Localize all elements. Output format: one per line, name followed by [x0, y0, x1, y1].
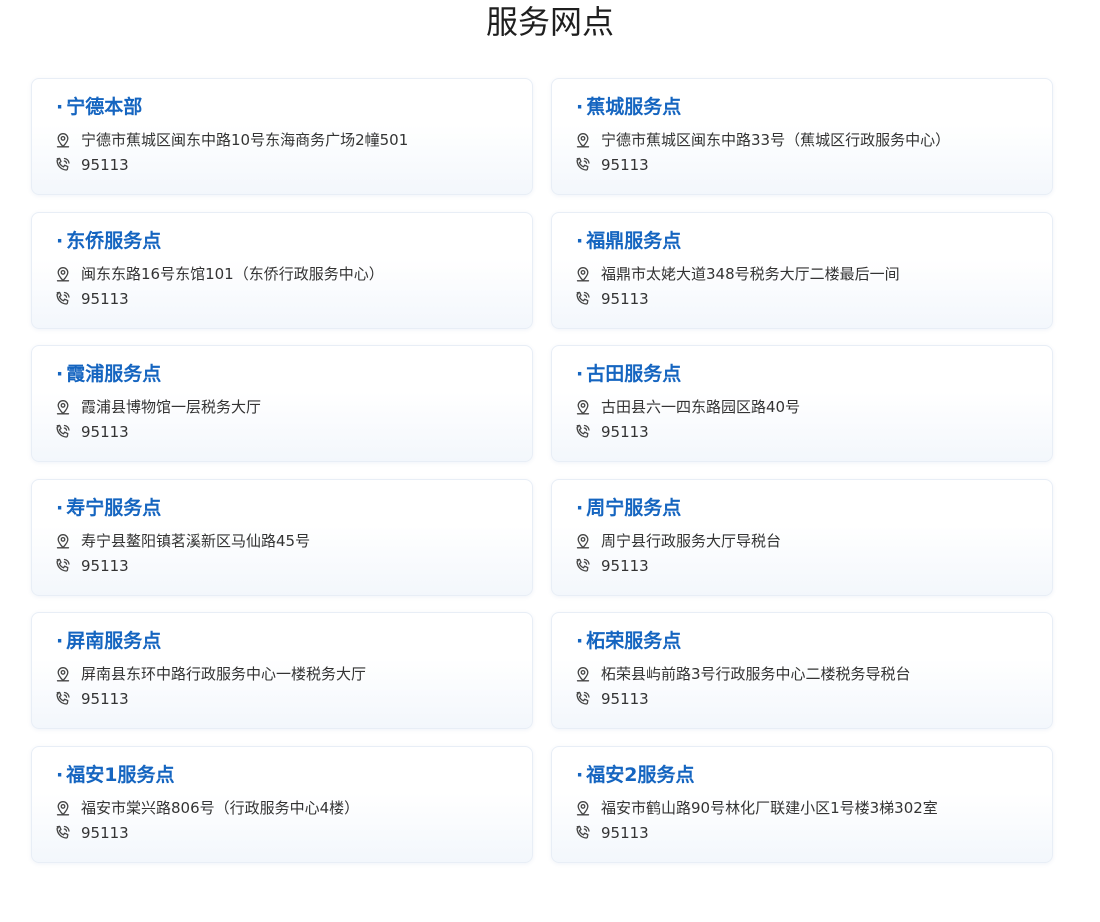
location-pin-icon	[574, 398, 592, 416]
address-row: 福鼎市太姥大道348号税务大厅二楼最后一间	[574, 263, 900, 285]
service-point-name: · 福安2服务点	[576, 764, 695, 786]
location-pin-icon	[574, 799, 592, 817]
service-point-phone[interactable]: 95113	[601, 288, 649, 310]
location-pin-icon	[574, 665, 592, 683]
phone-icon	[574, 557, 592, 575]
service-point-phone[interactable]: 95113	[601, 154, 649, 176]
service-point-card[interactable]: · 霞浦服务点 霞浦县博物馆一层税务大厅 95113	[31, 345, 533, 462]
service-point-phone[interactable]: 95113	[601, 822, 649, 844]
location-pin-icon	[54, 532, 72, 550]
phone-row: 95113	[574, 154, 649, 176]
service-point-name: · 福安1服务点	[56, 764, 175, 786]
service-point-address: 宁德市蕉城区闽东中路33号（蕉城区行政服务中心）	[601, 131, 951, 149]
service-point-address: 福鼎市太姥大道348号税务大厅二楼最后一间	[601, 265, 900, 283]
service-point-name: · 蕉城服务点	[576, 96, 682, 118]
location-pin-icon	[54, 665, 72, 683]
service-point-card[interactable]: · 寿宁服务点 寿宁县鳌阳镇茗溪新区马仙路45号 95113	[31, 479, 533, 596]
address-row: 周宁县行政服务大厅导税台	[574, 530, 781, 552]
phone-row: 95113	[574, 288, 649, 310]
phone-icon	[54, 557, 72, 575]
phone-row: 95113	[574, 822, 649, 844]
service-point-address: 闽东东路16号东馆101（东侨行政服务中心）	[81, 265, 384, 283]
service-point-address: 古田县六一四东路园区路40号	[601, 398, 801, 416]
phone-icon	[54, 156, 72, 174]
service-point-address: 福安市棠兴路806号（行政服务中心4楼）	[81, 799, 360, 817]
phone-row: 95113	[54, 154, 129, 176]
service-point-card[interactable]: · 东侨服务点 闽东东路16号东馆101（东侨行政服务中心） 95113	[31, 212, 533, 329]
address-row: 古田县六一四东路园区路40号	[574, 396, 800, 418]
service-point-address: 宁德市蕉城区闽东中路10号东海商务广场2幢501	[81, 131, 409, 149]
service-point-phone[interactable]: 95113	[81, 688, 129, 710]
address-row: 宁德市蕉城区闽东中路10号东海商务广场2幢501	[54, 129, 408, 151]
location-pin-icon	[574, 131, 592, 149]
phone-row: 95113	[574, 688, 649, 710]
location-pin-icon	[574, 532, 592, 550]
service-point-address: 柘荣县屿前路3号行政服务中心二楼税务导税台	[601, 665, 911, 683]
phone-row: 95113	[574, 421, 649, 443]
service-point-card[interactable]: · 周宁服务点 周宁县行政服务大厅导税台 95113	[551, 479, 1053, 596]
service-point-name: · 柘荣服务点	[576, 630, 682, 652]
service-point-card[interactable]: · 福安1服务点 福安市棠兴路806号（行政服务中心4楼） 95113	[31, 746, 533, 863]
service-point-name: · 东侨服务点	[56, 230, 162, 252]
service-point-name: · 古田服务点	[576, 363, 682, 385]
address-row: 福安市棠兴路806号（行政服务中心4楼）	[54, 797, 359, 819]
service-point-name: · 屏南服务点	[56, 630, 162, 652]
service-point-phone[interactable]: 95113	[601, 421, 649, 443]
service-point-phone[interactable]: 95113	[81, 421, 129, 443]
location-pin-icon	[54, 265, 72, 283]
service-point-card[interactable]: · 屏南服务点 屏南县东环中路行政服务中心一楼税务大厅 95113	[31, 612, 533, 729]
service-point-name: · 宁德本部	[56, 96, 143, 118]
service-point-phone[interactable]: 95113	[81, 288, 129, 310]
phone-icon	[574, 690, 592, 708]
address-row: 寿宁县鳌阳镇茗溪新区马仙路45号	[54, 530, 310, 552]
address-row: 屏南县东环中路行政服务中心一楼税务大厅	[54, 663, 366, 685]
service-point-card[interactable]: · 柘荣服务点 柘荣县屿前路3号行政服务中心二楼税务导税台 95113	[551, 612, 1053, 729]
service-point-name: · 福鼎服务点	[576, 230, 682, 252]
phone-icon	[54, 824, 72, 842]
location-pin-icon	[54, 398, 72, 416]
service-point-name: · 霞浦服务点	[56, 363, 162, 385]
phone-row: 95113	[54, 688, 129, 710]
service-point-address: 福安市鹤山路90号林化厂联建小区1号楼3梯302室	[601, 799, 938, 817]
service-point-phone[interactable]: 95113	[81, 822, 129, 844]
service-point-phone[interactable]: 95113	[601, 555, 649, 577]
service-point-phone[interactable]: 95113	[81, 154, 129, 176]
phone-icon	[574, 156, 592, 174]
phone-icon	[54, 423, 72, 441]
service-point-card[interactable]: · 蕉城服务点 宁德市蕉城区闽东中路33号（蕉城区行政服务中心） 95113	[551, 78, 1053, 195]
phone-row: 95113	[54, 555, 129, 577]
address-row: 福安市鹤山路90号林化厂联建小区1号楼3梯302室	[574, 797, 938, 819]
phone-row: 95113	[54, 421, 129, 443]
service-point-phone[interactable]: 95113	[601, 688, 649, 710]
address-row: 霞浦县博物馆一层税务大厅	[54, 396, 261, 418]
phone-row: 95113	[574, 555, 649, 577]
service-point-address: 霞浦县博物馆一层税务大厅	[81, 398, 262, 416]
service-point-name: · 周宁服务点	[576, 497, 682, 519]
phone-icon	[54, 690, 72, 708]
phone-icon	[574, 824, 592, 842]
page-title: 服务网点	[485, 3, 614, 41]
address-row: 柘荣县屿前路3号行政服务中心二楼税务导税台	[574, 663, 911, 685]
address-row: 闽东东路16号东馆101（东侨行政服务中心）	[54, 263, 384, 285]
service-point-address: 屏南县东环中路行政服务中心一楼税务大厅	[81, 665, 367, 683]
phone-icon	[54, 290, 72, 308]
location-pin-icon	[574, 265, 592, 283]
phone-row: 95113	[54, 288, 129, 310]
service-point-card[interactable]: · 宁德本部 宁德市蕉城区闽东中路10号东海商务广场2幢501 95113	[31, 78, 533, 195]
phone-icon	[574, 423, 592, 441]
service-point-phone[interactable]: 95113	[81, 555, 129, 577]
service-point-address: 周宁县行政服务大厅导税台	[601, 532, 782, 550]
address-row: 宁德市蕉城区闽东中路33号（蕉城区行政服务中心）	[574, 129, 950, 151]
location-pin-icon	[54, 131, 72, 149]
service-point-card[interactable]: · 福鼎服务点 福鼎市太姥大道348号税务大厅二楼最后一间 95113	[551, 212, 1053, 329]
service-point-name: · 寿宁服务点	[56, 497, 162, 519]
phone-icon	[574, 290, 592, 308]
location-pin-icon	[54, 799, 72, 817]
service-point-card[interactable]: · 古田服务点 古田县六一四东路园区路40号 95113	[551, 345, 1053, 462]
phone-row: 95113	[54, 822, 129, 844]
service-point-card[interactable]: · 福安2服务点 福安市鹤山路90号林化厂联建小区1号楼3梯302室 95113	[551, 746, 1053, 863]
service-point-address: 寿宁县鳌阳镇茗溪新区马仙路45号	[81, 532, 311, 550]
